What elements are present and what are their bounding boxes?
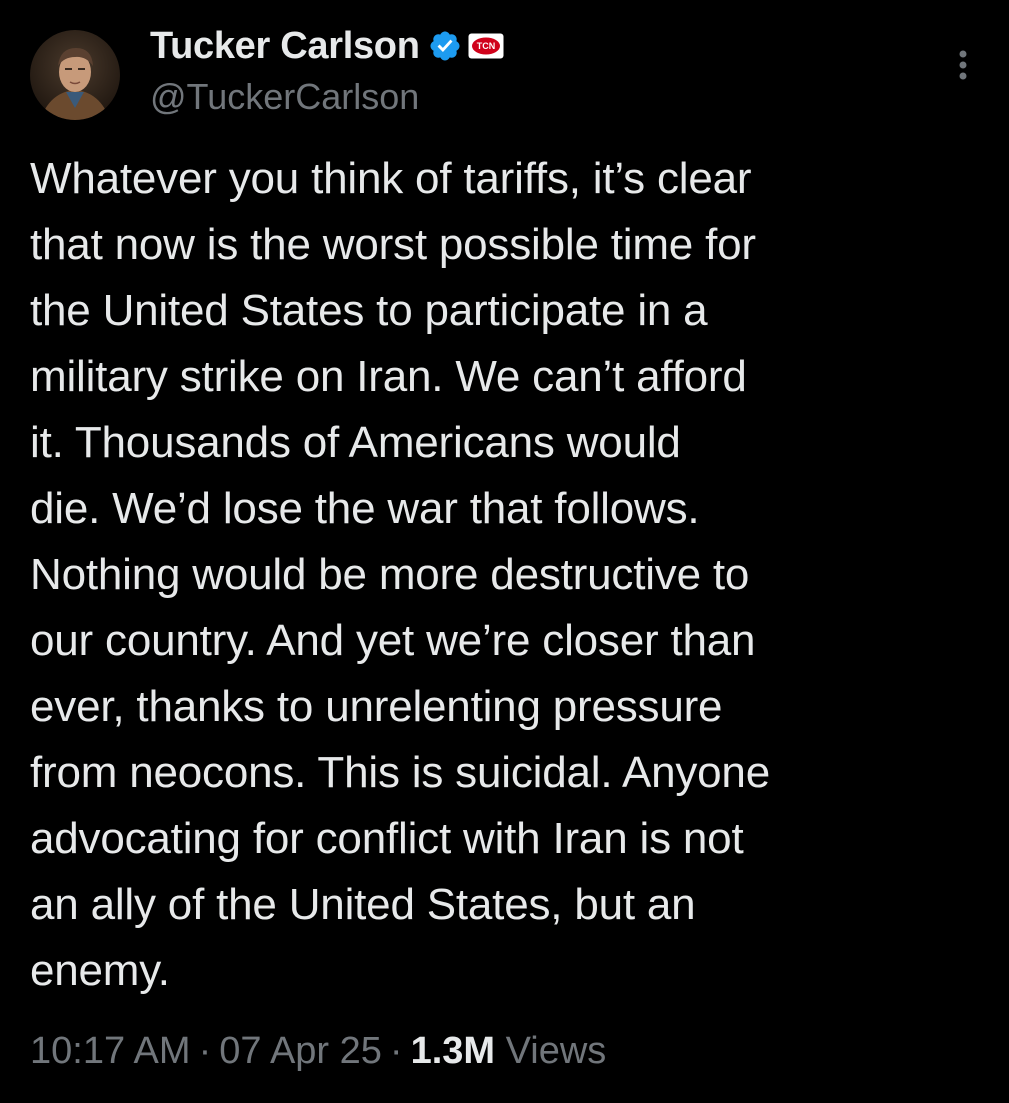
views-count[interactable]: 1.3M [411, 1030, 495, 1072]
tweet-text: Whatever you think of tariffs, it’s clea… [30, 154, 770, 995]
author-name-row: Tucker Carlson TCN [150, 24, 504, 68]
tweet-date[interactable]: 07 Apr 25 [219, 1030, 382, 1072]
author-avatar[interactable] [30, 30, 120, 120]
more-options-button[interactable] [945, 44, 981, 88]
avatar-image [30, 30, 120, 120]
author-handle[interactable]: @TuckerCarlson [150, 76, 419, 118]
views-label: Views [505, 1030, 607, 1072]
affiliate-badge-text: TCN [476, 41, 495, 51]
verified-badge-icon[interactable] [428, 29, 462, 63]
meta-separator: · [198, 1030, 212, 1072]
author-display-name[interactable]: Tucker Carlson [150, 25, 420, 68]
meta-separator: · [389, 1030, 403, 1072]
tweet-time[interactable]: 10:17 AM [30, 1030, 191, 1072]
tweet-card: Tucker Carlson TCN @TuckerCarlson Whatev… [0, 0, 1009, 1103]
affiliate-badge-icon[interactable]: TCN [468, 33, 504, 59]
more-vertical-icon [959, 50, 967, 80]
tweet-meta-row: 10:17 AM · 07 Apr 25 · 1.3M Views [30, 1026, 606, 1076]
